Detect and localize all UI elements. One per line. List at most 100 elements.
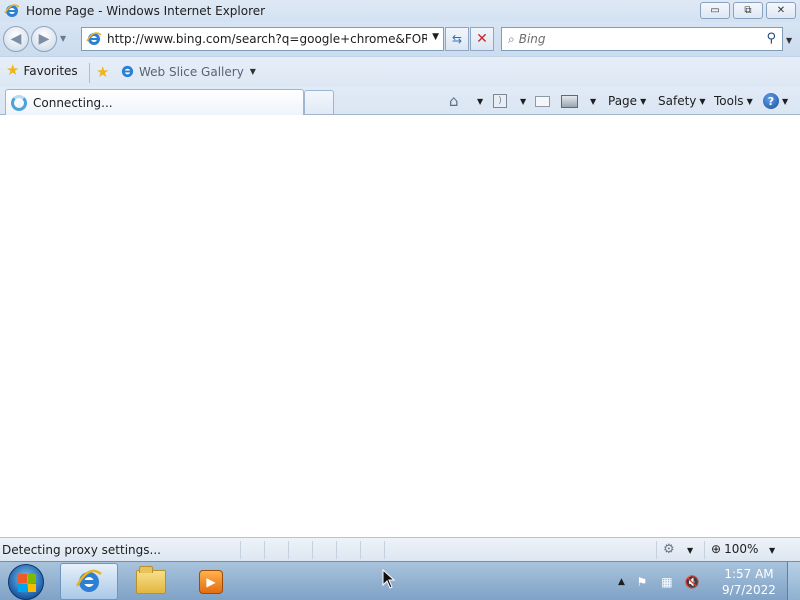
zoom-icon: ⊕ bbox=[711, 542, 722, 556]
print-icon bbox=[561, 94, 578, 108]
forward-button[interactable]: ▶ bbox=[31, 26, 57, 52]
page-menu-label: Page bbox=[608, 94, 638, 108]
home-button[interactable]: ⌂ bbox=[449, 90, 459, 112]
start-orb-icon bbox=[18, 574, 36, 592]
refresh-button[interactable]: ⇆ bbox=[445, 27, 469, 51]
address-bar[interactable]: http://www.bing.com/search?q=google+chro… bbox=[81, 27, 444, 51]
help-icon: ? bbox=[763, 93, 779, 109]
favorites-star-icon: ★ bbox=[6, 61, 20, 79]
tab-command-bar: Connecting... ⌂ ▼ ) ▼ ▼ Page ▼ Safety ▼ … bbox=[0, 87, 800, 115]
print-button[interactable] bbox=[561, 90, 578, 112]
loading-spinner-icon bbox=[11, 94, 27, 111]
address-url[interactable]: http://www.bing.com/search?q=google+chro… bbox=[107, 32, 427, 46]
close-icon: ✕ bbox=[776, 5, 786, 16]
safety-menu[interactable]: Safety ▼ bbox=[658, 90, 706, 112]
ie-icon bbox=[75, 569, 102, 592]
ie-icon bbox=[4, 4, 20, 17]
status-divider bbox=[704, 541, 705, 559]
back-button[interactable]: ◀ bbox=[3, 26, 29, 52]
search-placeholder: Bing bbox=[518, 32, 546, 46]
search-options-dropdown[interactable]: ▼ bbox=[786, 36, 792, 45]
system-tray: ▲ ⚑ ▦ 🔇 bbox=[618, 574, 700, 590]
chevron-down-icon[interactable]: ▼ bbox=[687, 546, 693, 555]
network-icon[interactable]: ▦ bbox=[659, 574, 675, 590]
start-button[interactable] bbox=[8, 564, 44, 600]
status-divider bbox=[336, 541, 337, 559]
help-menu[interactable]: ? ▼ bbox=[763, 90, 788, 112]
tab-active[interactable]: Connecting... bbox=[5, 89, 304, 115]
status-divider bbox=[288, 541, 289, 559]
chevron-down-icon: ▼ bbox=[640, 96, 647, 106]
stop-icon: ✕ bbox=[476, 31, 488, 47]
taskbar: ▶ ▲ ⚑ ▦ 🔇 1:57 AM 9/7/2022 bbox=[0, 561, 800, 600]
home-icon: ⌂ bbox=[449, 92, 459, 110]
status-text: Detecting proxy settings... bbox=[2, 543, 161, 557]
zone-icon[interactable]: ⚙ bbox=[663, 542, 675, 557]
mail-icon bbox=[535, 95, 550, 107]
forward-icon: ▶ bbox=[38, 31, 50, 47]
chevron-down-icon: ▼ bbox=[477, 96, 484, 106]
recent-pages-dropdown[interactable]: ▼ bbox=[60, 34, 66, 43]
web-slice-gallery-button[interactable]: Web Slice Gallery ▼ bbox=[120, 64, 256, 79]
restore-button[interactable]: ⧉ bbox=[733, 2, 763, 19]
show-hidden-icons-button[interactable]: ▲ bbox=[618, 577, 625, 587]
status-divider bbox=[312, 541, 313, 559]
page-menu[interactable]: Page ▼ bbox=[608, 90, 646, 112]
taskbar-media-player[interactable]: ▶ bbox=[182, 563, 240, 600]
chevron-down-icon: ▼ bbox=[746, 96, 753, 106]
minimize-button[interactable]: ▭ bbox=[700, 2, 730, 19]
back-icon: ◀ bbox=[10, 31, 22, 47]
page-content[interactable] bbox=[0, 115, 800, 537]
status-divider bbox=[656, 541, 657, 559]
close-button[interactable]: ✕ bbox=[766, 2, 796, 19]
title-bar: Home Page - Windows Internet Explorer ▭ … bbox=[0, 0, 800, 22]
window-title: Home Page - Windows Internet Explorer bbox=[26, 4, 266, 18]
volume-muted-icon[interactable]: 🔇 bbox=[684, 574, 700, 590]
show-desktop-button[interactable] bbox=[787, 562, 800, 600]
status-divider bbox=[384, 541, 385, 559]
zoom-dropdown[interactable]: ▼ bbox=[769, 546, 775, 555]
ie-icon bbox=[121, 65, 134, 78]
tools-menu-label: Tools bbox=[714, 94, 744, 108]
chevron-down-icon: ▼ bbox=[249, 67, 256, 76]
feeds-icon: ) bbox=[493, 94, 507, 108]
new-tab-button[interactable] bbox=[304, 90, 334, 114]
chevron-down-icon: ▼ bbox=[699, 96, 706, 106]
search-provider-icon: ⌕ bbox=[508, 31, 515, 46]
status-bar: Detecting proxy settings... ⚙ ▼ ⊕ 100% ▼ bbox=[0, 537, 800, 561]
address-dropdown-icon[interactable]: ▼ bbox=[432, 32, 439, 42]
add-favorites-icon[interactable]: ★ bbox=[96, 63, 109, 81]
clock-time: 1:57 AM bbox=[724, 567, 774, 581]
stop-button[interactable]: ✕ bbox=[470, 27, 494, 51]
folder-icon bbox=[136, 565, 166, 594]
taskbar-internet-explorer[interactable] bbox=[60, 563, 118, 600]
web-slice-gallery-label: Web Slice Gallery bbox=[139, 64, 244, 79]
ie-icon bbox=[86, 32, 102, 45]
chevron-down-icon: ▼ bbox=[520, 96, 527, 106]
clock-date: 9/7/2022 bbox=[722, 583, 776, 597]
clock[interactable]: 1:57 AM 9/7/2022 bbox=[718, 566, 780, 598]
navigation-bar: ◀ ▶ ▼ http://www.bing.com/search?q=googl… bbox=[0, 22, 800, 56]
refresh-icon: ⇆ bbox=[451, 32, 463, 46]
flag-icon[interactable]: ⚑ bbox=[634, 574, 650, 590]
minimize-icon: ▭ bbox=[710, 5, 720, 16]
tab-label: Connecting... bbox=[33, 95, 113, 110]
chevron-down-icon: ▼ bbox=[590, 96, 597, 106]
print-dropdown[interactable]: ▼ bbox=[587, 90, 596, 112]
divider bbox=[89, 63, 90, 83]
home-dropdown[interactable]: ▼ bbox=[474, 90, 483, 112]
zoom-button[interactable]: ⊕ 100% bbox=[711, 542, 758, 556]
feeds-dropdown[interactable]: ▼ bbox=[517, 90, 526, 112]
mouse-cursor-icon bbox=[382, 569, 396, 589]
search-box[interactable]: ⌕ Bing ⚲ bbox=[501, 27, 783, 51]
favorites-button[interactable]: ★ Favorites bbox=[6, 63, 78, 78]
status-divider bbox=[360, 541, 361, 559]
taskbar-windows-explorer[interactable] bbox=[122, 563, 180, 600]
search-icon[interactable]: ⚲ bbox=[766, 31, 776, 46]
status-divider bbox=[240, 541, 241, 559]
favorites-bar: ★ Favorites ★ Web Slice Gallery ▼ bbox=[0, 56, 800, 87]
feeds-button[interactable]: ) bbox=[493, 90, 507, 112]
read-mail-button[interactable] bbox=[535, 90, 550, 112]
status-divider bbox=[264, 541, 265, 559]
tools-menu[interactable]: Tools ▼ bbox=[714, 90, 753, 112]
